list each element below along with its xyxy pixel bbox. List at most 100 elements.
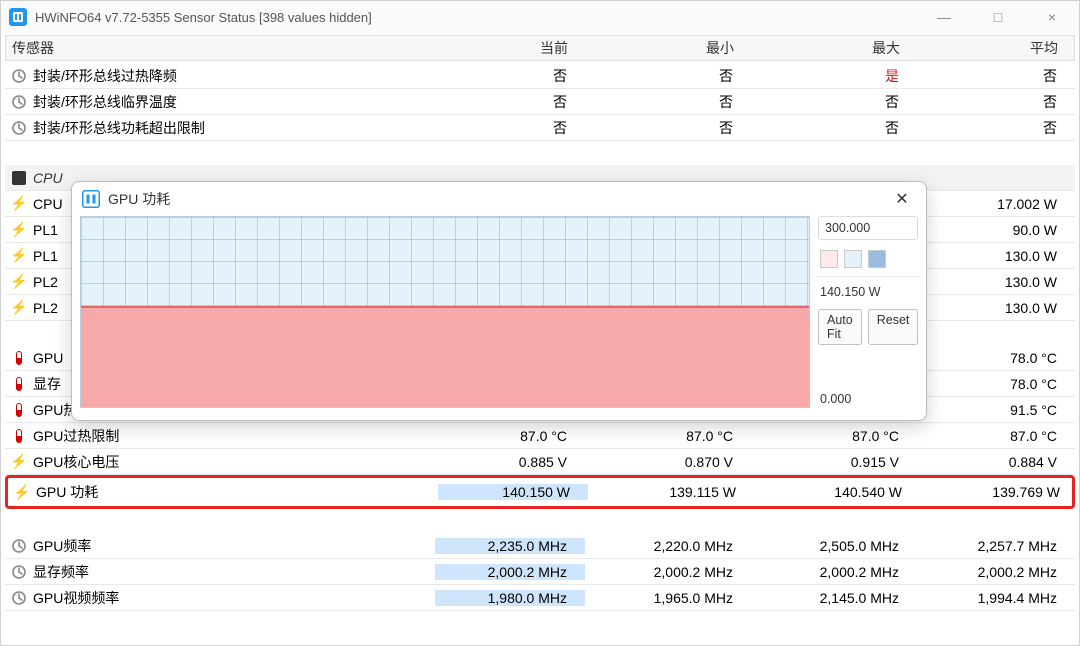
value-cell: 2,220.0 MHz	[585, 538, 751, 554]
value-cell: 否	[585, 66, 751, 86]
autofit-button[interactable]: Auto Fit	[818, 309, 862, 345]
clock-icon	[11, 68, 27, 84]
value-cell: 139.769 W	[920, 484, 1078, 500]
sensor-name-cell: 显存频率	[5, 562, 435, 582]
value-cell: 否	[917, 118, 1075, 138]
value-cell: 否	[585, 118, 751, 138]
value-cell: 0.884 V	[917, 454, 1075, 470]
col-min[interactable]: 最小	[586, 38, 752, 58]
window-title: HWiNFO64 v7.72-5355 Sensor Status [398 v…	[35, 10, 921, 25]
sensor-label: 封装/环形总线过热降频	[33, 66, 177, 86]
value-cell: 78.0 °C	[917, 350, 1075, 366]
value-cell: 91.5 °C	[917, 402, 1075, 418]
table-row[interactable]	[5, 141, 1075, 165]
col-sensor[interactable]: 传感器	[6, 38, 436, 58]
value-cell: 140.150 W	[438, 484, 588, 500]
maximize-button[interactable]: □	[975, 1, 1021, 33]
sensor-label: GPU核心电压	[33, 452, 119, 472]
sensor-label: GPU视频频率	[33, 588, 119, 608]
sensor-label: GPU频率	[33, 536, 91, 556]
table-row[interactable]: GPU视频频率 1,980.0 MHz1,965.0 MHz2,145.0 MHz…	[5, 585, 1075, 611]
clock-icon	[11, 120, 27, 136]
graph-popup: GPU 功耗 ✕ 300.000 140.150 W Auto Fit Rese…	[71, 181, 927, 421]
value-cell: 1,980.0 MHz	[435, 590, 585, 606]
sensor-label: CPU	[33, 196, 63, 212]
value-cell: 140.540 W	[754, 484, 920, 500]
legend-swatch-3[interactable]	[868, 250, 886, 268]
col-max[interactable]: 最大	[752, 38, 918, 58]
bolt-icon: ⚡	[11, 274, 27, 290]
thermometer-icon	[11, 376, 27, 392]
value-cell: 1,965.0 MHz	[585, 590, 751, 606]
popup-titlebar: GPU 功耗 ✕	[72, 182, 926, 216]
sensor-name-cell: 封装/环形总线过热降频	[5, 66, 435, 86]
col-avg[interactable]: 平均	[918, 38, 1076, 58]
graph-current-value: 140.150 W	[818, 283, 918, 309]
table-row[interactable]: 封装/环形总线功耗超出限制否否否否	[5, 115, 1075, 141]
titlebar: HWiNFO64 v7.72-5355 Sensor Status [398 v…	[1, 1, 1079, 33]
value-cell: 否	[435, 66, 585, 86]
app-icon	[9, 8, 27, 26]
value-cell: 2,145.0 MHz	[751, 590, 917, 606]
bolt-icon: ⚡	[11, 222, 27, 238]
thermometer-icon	[11, 428, 27, 444]
value-cell: 139.115 W	[588, 484, 754, 500]
sensor-name-cell: ⚡ GPU 功耗	[8, 482, 438, 502]
clock-icon	[11, 564, 27, 580]
table-row[interactable]: 封装/环形总线过热降频否否是否	[5, 63, 1075, 89]
clock-icon	[11, 94, 27, 110]
table-row[interactable]: 显存频率2,000.2 MHz2,000.2 MHz2,000.2 MHz2,0…	[5, 559, 1075, 585]
graph-side-panel: 300.000 140.150 W Auto Fit Reset 0.000	[818, 216, 918, 408]
chip-icon	[11, 170, 27, 186]
sensor-label: 封装/环形总线功耗超出限制	[33, 118, 205, 138]
graph-scale-min: 0.000	[818, 390, 918, 408]
sensor-label: CPU	[33, 170, 63, 186]
value-cell: 否	[751, 92, 917, 112]
graph-canvas[interactable]	[80, 216, 810, 408]
bolt-icon: ⚡	[11, 300, 27, 316]
value-cell: 0.870 V	[585, 454, 751, 470]
value-cell: 否	[585, 92, 751, 112]
thermometer-icon	[11, 402, 27, 418]
sensor-label: GPU 功耗	[36, 482, 98, 502]
value-cell: 78.0 °C	[917, 376, 1075, 392]
sensor-label: GPU过热限制	[33, 426, 119, 446]
sensor-label: 显存	[33, 374, 61, 394]
value-cell: 17.002 W	[917, 196, 1075, 212]
main-window: HWiNFO64 v7.72-5355 Sensor Status [398 v…	[0, 0, 1080, 646]
value-cell: 否	[435, 92, 585, 112]
sensor-name-cell: GPU频率	[5, 536, 435, 556]
close-button[interactable]: ×	[1029, 1, 1075, 33]
table-row[interactable]: ⚡GPU核心电压0.885 V0.870 V0.915 V0.884 V	[5, 449, 1075, 475]
value-cell: 130.0 W	[917, 300, 1075, 316]
table-row[interactable]: 封装/环形总线临界温度否否否否	[5, 89, 1075, 115]
value-cell: 2,505.0 MHz	[751, 538, 917, 554]
graph-series-fill	[81, 306, 809, 407]
value-cell: 2,000.2 MHz	[917, 564, 1075, 580]
clock-icon	[11, 590, 27, 606]
popup-close-button[interactable]: ✕	[888, 185, 916, 213]
value-cell: 2,000.2 MHz	[435, 564, 585, 580]
legend-swatch-2[interactable]	[844, 250, 862, 268]
col-current[interactable]: 当前	[436, 38, 586, 58]
value-cell: 2,000.2 MHz	[585, 564, 751, 580]
table-row[interactable]: GPU过热限制87.0 °C87.0 °C87.0 °C87.0 °C	[5, 423, 1075, 449]
value-cell: 2,235.0 MHz	[435, 538, 585, 554]
table-row[interactable]: ⚡ GPU 功耗 140.150 W139.115 W140.540 W139.76…	[5, 475, 1075, 509]
reset-button[interactable]: Reset	[868, 309, 919, 345]
popup-title: GPU 功耗	[108, 189, 170, 209]
table-row[interactable]	[5, 509, 1075, 533]
bolt-icon: ⚡	[14, 484, 30, 500]
value-cell: 0.915 V	[751, 454, 917, 470]
minimize-button[interactable]: —	[921, 1, 967, 33]
sensor-label: 封装/环形总线临界温度	[33, 92, 177, 112]
legend-swatch-1[interactable]	[820, 250, 838, 268]
bolt-icon: ⚡	[11, 248, 27, 264]
sensor-label: 显存频率	[33, 562, 89, 582]
table-row[interactable]: GPU频率2,235.0 MHz2,220.0 MHz2,505.0 MHz2,…	[5, 533, 1075, 559]
sensor-name-cell: GPU视频频率	[5, 588, 435, 608]
value-cell: 90.0 W	[917, 222, 1075, 238]
column-header-row: 传感器 当前 最小 最大 平均	[5, 35, 1075, 61]
value-cell: 130.0 W	[917, 274, 1075, 290]
sensor-name-cell: 封装/环形总线临界温度	[5, 92, 435, 112]
